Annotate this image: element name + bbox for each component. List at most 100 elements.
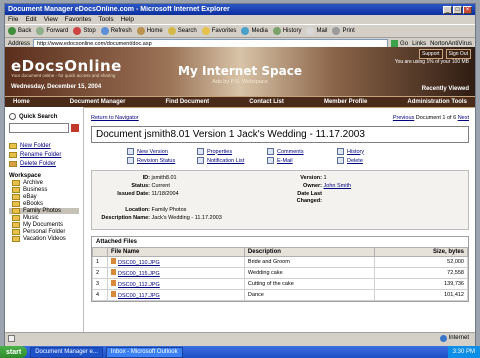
history-link[interactable]: History (337, 148, 407, 155)
tree-item-ebay[interactable]: eBay (9, 194, 79, 200)
table-header-row: File Name Description Size, bytes (92, 247, 469, 257)
tree-item-personal-folder[interactable]: Personal Folder (9, 229, 79, 235)
previous-link[interactable]: Previous (393, 115, 414, 121)
comments-link[interactable]: Comments (267, 148, 337, 155)
history-icon (272, 27, 281, 35)
nav-find-document[interactable]: Find Document (165, 99, 209, 105)
back-button[interactable]: Back (8, 27, 31, 35)
browser-toolbar: Back Forward Stop Refresh Home Search Fa… (5, 24, 475, 38)
action-label: Comments (277, 148, 304, 155)
rename-folder-link[interactable]: Rename Folder (9, 152, 79, 158)
go-arrow-icon (391, 40, 399, 47)
notification-list-link[interactable]: Notification List (197, 157, 267, 164)
minimize-button[interactable]: _ (443, 5, 452, 14)
file-link[interactable]: DSC00_110.JPG (118, 260, 160, 266)
home-button[interactable]: Home (136, 27, 163, 35)
file-link[interactable]: DSC00_115.JPG (118, 271, 160, 277)
mail-icon (267, 157, 274, 164)
task-outlook[interactable]: Inbox - Microsoft Outlook (105, 346, 183, 358)
delete-link[interactable]: Delete (337, 157, 407, 164)
file-cell: DSC00_110.JPG (107, 256, 245, 268)
description-cell: Wedding cake (243, 267, 375, 279)
tree-item-family-photos[interactable]: Family Photos (9, 208, 79, 214)
start-button[interactable]: start (0, 346, 28, 358)
refresh-icon (100, 27, 109, 35)
recently-viewed-link[interactable]: Recently Viewed (422, 86, 469, 92)
tree-item-archive[interactable]: Archive (9, 180, 79, 186)
size-cell: 101,412 (373, 289, 469, 301)
favorites-button[interactable]: Favorites (201, 27, 236, 35)
tree-item-vacation-videos[interactable]: Vacation Videos (9, 236, 79, 242)
attached-files-table: File Name Description Size, bytes 1 DSC0… (92, 247, 469, 301)
file-link[interactable]: DSC00_112.JPG (118, 282, 160, 288)
col-size[interactable]: Size, bytes (373, 247, 469, 257)
mail-button[interactable]: Mail (306, 27, 327, 35)
clock[interactable]: 3:30 PM (453, 349, 475, 355)
links-label[interactable]: Links (412, 41, 426, 47)
table-row: 1 DSC00_110.JPG Bride and Groom 52,000 (92, 256, 469, 268)
menu-view[interactable]: View (44, 16, 58, 23)
task-document-manager[interactable]: Document Manager e... (30, 346, 103, 358)
revision-status-link[interactable]: Revision Status (127, 157, 197, 164)
nav-contact-list[interactable]: Contact List (249, 99, 284, 105)
print-button[interactable]: Print (332, 27, 355, 35)
tree-item-label: Family Photos (23, 208, 62, 214)
tree-item-my-documents[interactable]: My Documents (9, 222, 79, 228)
norton-label[interactable]: NortonAntiVirus (430, 41, 472, 47)
tree-item-business[interactable]: Business (9, 187, 79, 193)
menu-tools[interactable]: Tools (98, 16, 113, 23)
folder-tree: Workspace Archive Business eBay eBooks F… (9, 173, 79, 242)
home-icon (136, 27, 145, 35)
go-button[interactable]: Go (391, 40, 408, 47)
row-num: 4 (92, 289, 108, 301)
quick-search-go-button[interactable] (71, 124, 79, 132)
history-button[interactable]: History (272, 27, 301, 35)
media-button[interactable]: Media (241, 27, 268, 35)
nav-administration-tools[interactable]: Administration Tools (407, 99, 467, 105)
file-link[interactable]: DSC00_117.JPG (118, 293, 160, 299)
support-link[interactable]: Support (419, 49, 443, 59)
col-file-name[interactable]: File Name (107, 247, 245, 257)
owner-link[interactable]: John Smith (324, 183, 352, 189)
tree-item-label: eBooks (23, 201, 44, 207)
close-button[interactable]: × (463, 5, 472, 14)
quick-search-input[interactable] (9, 123, 69, 133)
meta-id: ID: jsmith8.01 (92, 175, 177, 181)
forward-button[interactable]: Forward (36, 27, 68, 35)
menu-edit[interactable]: Edit (25, 16, 36, 23)
tree-item-ebooks[interactable]: eBooks (9, 201, 79, 207)
search-button[interactable]: Search (167, 27, 197, 35)
sign-out-link[interactable]: Sign Out (445, 49, 471, 59)
col-description[interactable]: Description (243, 247, 375, 257)
meta-label: Issued Date: (117, 191, 150, 197)
refresh-button[interactable]: Refresh (100, 27, 132, 35)
nav-member-profile[interactable]: Member Profile (324, 99, 367, 105)
tree-item-label: eBay (23, 194, 37, 200)
next-link[interactable]: Next (458, 115, 469, 121)
properties-link[interactable]: Properties (197, 148, 267, 155)
taskbar: start Document Manager e... Inbox - Micr… (0, 346, 480, 358)
tree-item-label: Vacation Videos (23, 236, 66, 242)
action-label: History (347, 148, 365, 155)
new-folder-label: New Folder (20, 143, 51, 149)
stop-button[interactable]: Stop (73, 27, 96, 35)
nav-document-manager[interactable]: Document Manager (70, 99, 126, 105)
tree-item-music[interactable]: Music (9, 215, 79, 221)
menu-help[interactable]: Help (121, 16, 134, 23)
folder-icon (12, 201, 20, 207)
description-cell: Dance (243, 289, 375, 301)
row-num: 3 (92, 278, 108, 290)
meta-value: Current (151, 183, 170, 189)
maximize-button[interactable]: □ (453, 5, 462, 14)
nav-home[interactable]: Home (13, 99, 30, 105)
header-top-links: Support Sign Out (419, 49, 471, 59)
menu-favorites[interactable]: Favorites (65, 16, 92, 23)
new-version-link[interactable]: New Version (127, 148, 197, 155)
delete-folder-link[interactable]: Delete Folder (9, 161, 79, 167)
meta-value: 11/18/2004 (151, 191, 179, 197)
email-link[interactable]: E-Mail (267, 157, 337, 164)
menu-file[interactable]: File (8, 16, 18, 23)
new-folder-link[interactable]: New Folder (9, 143, 79, 149)
return-to-navigator-link[interactable]: Return to Navigator (91, 115, 139, 121)
mail-icon (306, 27, 315, 35)
